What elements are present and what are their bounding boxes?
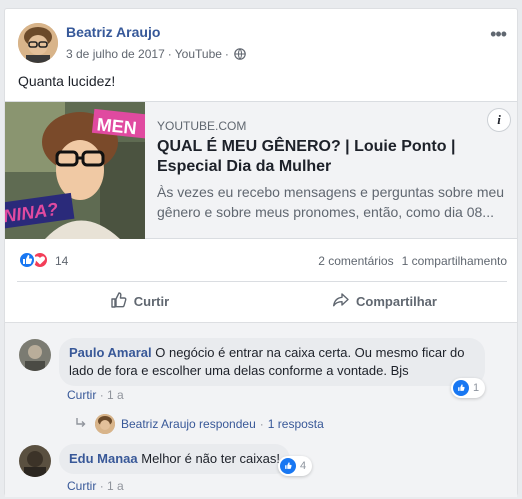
meta-separator-2: · [224,47,229,61]
commenter-avatar[interactable] [19,339,51,371]
like-button[interactable]: Curtir [17,284,262,318]
comment-time[interactable]: 1 a [107,479,124,493]
post-date[interactable]: 3 de julho de 2017 [66,47,165,61]
comment-actions: Curtir · 1 a [67,479,124,493]
like-reaction-icon [280,458,296,474]
comment-like-link[interactable]: Curtir [67,479,96,493]
comment-bubble: Edu Manaa Melhor é não ter caixas! [59,444,290,474]
post-actions: Curtir Compartilhar [17,284,507,318]
reply-author-text: Beatriz Araujo respondeu [121,417,256,431]
like-reaction-icon [453,380,469,396]
reply-author-avatar [95,414,115,434]
comments-section: Paulo Amaral O negócio é entrar na caixa… [5,322,517,497]
like-button-label: Curtir [133,293,170,309]
author-avatar[interactable] [18,23,58,63]
comment-actions: Curtir · 1 a [67,388,124,402]
dot-separator: · [99,388,108,402]
post-stats: 2 comentários 1 compartilhamento [318,254,507,268]
author-name[interactable]: Beatriz Araujo [66,24,160,40]
meta-separator: · [167,47,172,61]
dot-separator: · [99,479,108,493]
more-horizontal-icon[interactable]: ••• [490,25,507,43]
link-preview[interactable]: MEN NINA? i YOUTUBE.COM QUAL É MEU GÊNER… [5,101,517,239]
video-thumbnail[interactable]: MEN NINA? [5,102,145,239]
thumbs-up-icon [110,291,134,312]
post-card: Beatriz Araujo 3 de julho de 2017 · YouTub… [4,8,518,497]
like-reaction-icon [18,251,36,269]
post-via[interactable]: YouTube [175,47,222,61]
post-meta: 3 de julho de 2017 · YouTube · [66,47,246,63]
reaction-count: 14 [55,254,69,268]
reply-count: 1 resposta [267,417,324,431]
reply-arrow-icon [75,417,87,432]
comment-like-number: 4 [300,460,307,472]
comments-count-link[interactable]: 2 comentários [318,254,393,268]
comment-like-count[interactable]: 4 [278,456,313,476]
share-button-label: Compartilhar [356,293,437,309]
thumb-text-top: MEN [96,114,138,138]
comment-like-number: 1 [473,382,480,394]
info-icon[interactable]: i [487,108,511,132]
link-title[interactable]: QUAL É MEU GÊNERO? | Louie Ponto | Espec… [157,137,487,177]
comment-like-count[interactable]: 1 [451,378,486,398]
globe-icon[interactable] [234,48,246,63]
link-description: Às vezes eu recebo mensagens e perguntas… [157,184,505,220]
shares-count-link[interactable]: 1 compartilhamento [402,254,507,268]
post-message: Quanta lucidez! [18,73,116,89]
share-arrow-icon [332,291,356,312]
replies-link[interactable]: Beatriz Araujo respondeu · 1 resposta [75,414,324,434]
divider [17,281,507,282]
comment-time[interactable]: 1 a [107,388,124,402]
comment-bubble: Paulo Amaral O negócio é entrar na caixa… [59,338,485,386]
commenter-name[interactable]: Paulo Amaral [69,345,152,360]
comment-text: Melhor é não ter caixas! [141,451,280,466]
link-domain: YOUTUBE.COM [157,119,247,133]
commenter-name[interactable]: Edu Manaa [69,451,138,466]
post-header: Beatriz Araujo 3 de julho de 2017 · YouTub… [18,21,507,65]
dot-separator: · [259,417,264,431]
comment-like-link[interactable]: Curtir [67,388,96,402]
commenter-avatar[interactable] [19,445,51,477]
share-button[interactable]: Compartilhar [262,284,507,318]
